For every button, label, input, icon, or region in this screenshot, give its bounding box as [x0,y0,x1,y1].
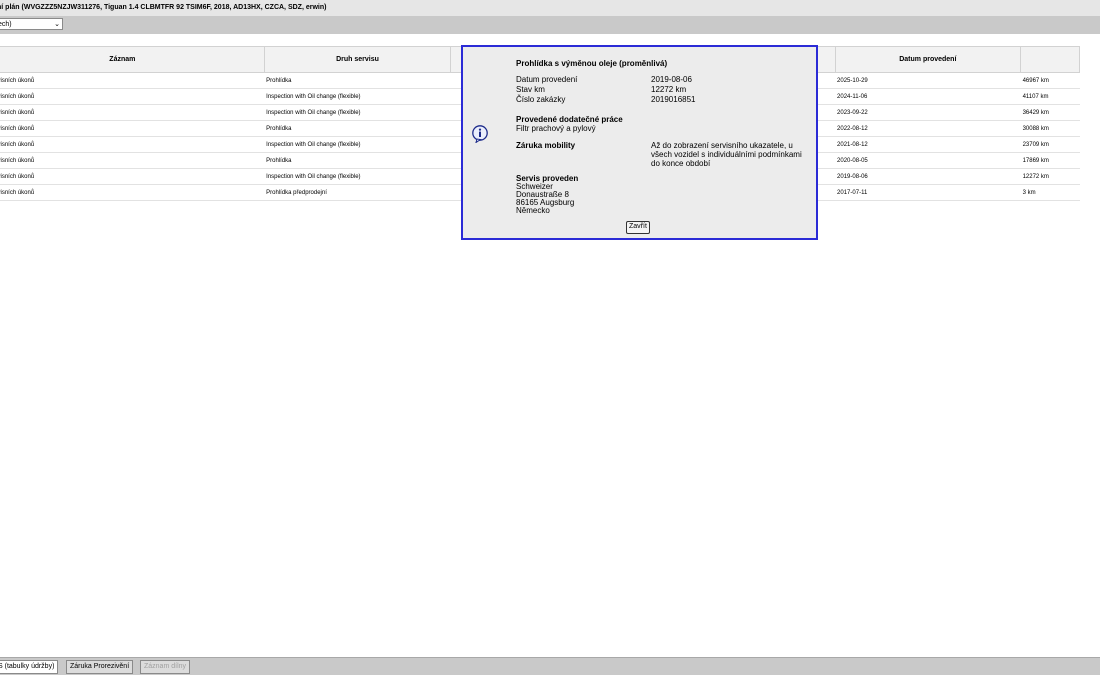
cell-km: 3 km [1020,184,1080,201]
tab-rust-warranty[interactable]: Záruka Prorezivění [66,660,134,674]
filter-select-value: ech) [0,21,12,28]
cell-type: Inspection with Oil change (flexible) [264,104,451,121]
cell-type: Prohlídka [264,120,451,137]
km-value: 12272 km [651,85,687,94]
service-detail-dialog: Prohlídka s výměnou oleje (proměnlivá) D… [461,45,818,240]
cell-type: Inspection with Oil change (flexible) [264,168,451,185]
cell-type: Prohlídka předprodejní [264,184,451,201]
cell-type: Prohlídka [264,152,451,169]
order-value: 2019016851 [651,95,696,104]
cell-date: 2023-09-22 [835,104,1021,121]
column-header-service-type[interactable]: Druh servisu [263,46,452,73]
cell-type: Inspection with Oil change (flexible) [264,136,451,153]
cell-date: 2017-07-11 [835,184,1021,201]
chevron-down-icon: ⌄ [54,21,60,28]
km-label: Stav km [516,85,545,94]
mobility-label: Záruka mobility [516,141,576,150]
cell-km: 23709 km [1020,136,1080,153]
column-header-km[interactable] [1020,46,1080,73]
mobility-value: Až do zobrazení servisního ukazatele, u … [651,141,802,168]
cell-record: ní servisních úkonů [0,104,265,121]
cell-type: Prohlídka [264,72,451,89]
cell-date: 2022-08-12 [835,120,1021,137]
cell-date: 2025-10-29 [835,72,1021,89]
tab-maintenance-tables[interactable]: S (tabulky údržby) [0,660,59,674]
extra-work-item: Filtr prachový a pylový [516,124,596,133]
cell-date: 2019-08-06 [835,168,1021,185]
cell-type: Inspection with Oil change (flexible) [264,88,451,105]
filter-select[interactable]: ech) ⌄ [0,18,63,30]
order-label: Číslo zakázky [516,95,566,104]
cell-date: 2021-08-12 [835,136,1021,153]
tab-workshop-record[interactable]: Záznam dílny [140,660,191,674]
cell-km: 41107 km [1020,88,1080,105]
cell-record: ní servisních úkonů [0,136,265,153]
toolbar: ech) ⌄ [0,16,1100,34]
cell-km: 17869 km [1020,152,1080,169]
window-title: ní plán (WVGZZZ5NZJW311276, Tiguan 1.4 C… [0,0,1100,17]
cell-date: 2020-08-05 [835,152,1021,169]
cell-record: ní servisních úkonů [0,120,265,137]
cell-record: ní servisních úkonů [0,88,265,105]
cell-record: ní servisních úkonů [0,168,265,185]
info-icon [472,125,488,143]
cell-record: ní servisních úkonů [0,72,265,89]
cell-record: ní servisních úkonů [0,152,265,169]
cell-km: 30088 km [1020,120,1080,137]
cell-km: 46967 km [1020,72,1080,89]
cell-date: 2024-11-06 [835,88,1021,105]
extra-work-heading: Provedené dodatečné práce [516,115,623,124]
service-country: Německo [516,206,550,215]
bottom-tab-bar: S (tabulky údržby) Záruka Prorezivění Zá… [0,657,1100,675]
close-button[interactable]: Zavřít [626,221,650,234]
cell-km: 12272 km [1020,168,1080,185]
date-value: 2019-08-06 [651,75,692,84]
column-header-date[interactable]: Datum provedení [834,46,1022,73]
date-label: Datum provedení [516,75,578,84]
cell-km: 36429 km [1020,104,1080,121]
cell-record: ní servisních úkonů [0,184,265,201]
column-header-record[interactable]: Záznam [0,46,265,73]
dialog-title: Prohlídka s výměnou oleje (proměnlivá) [516,59,668,68]
